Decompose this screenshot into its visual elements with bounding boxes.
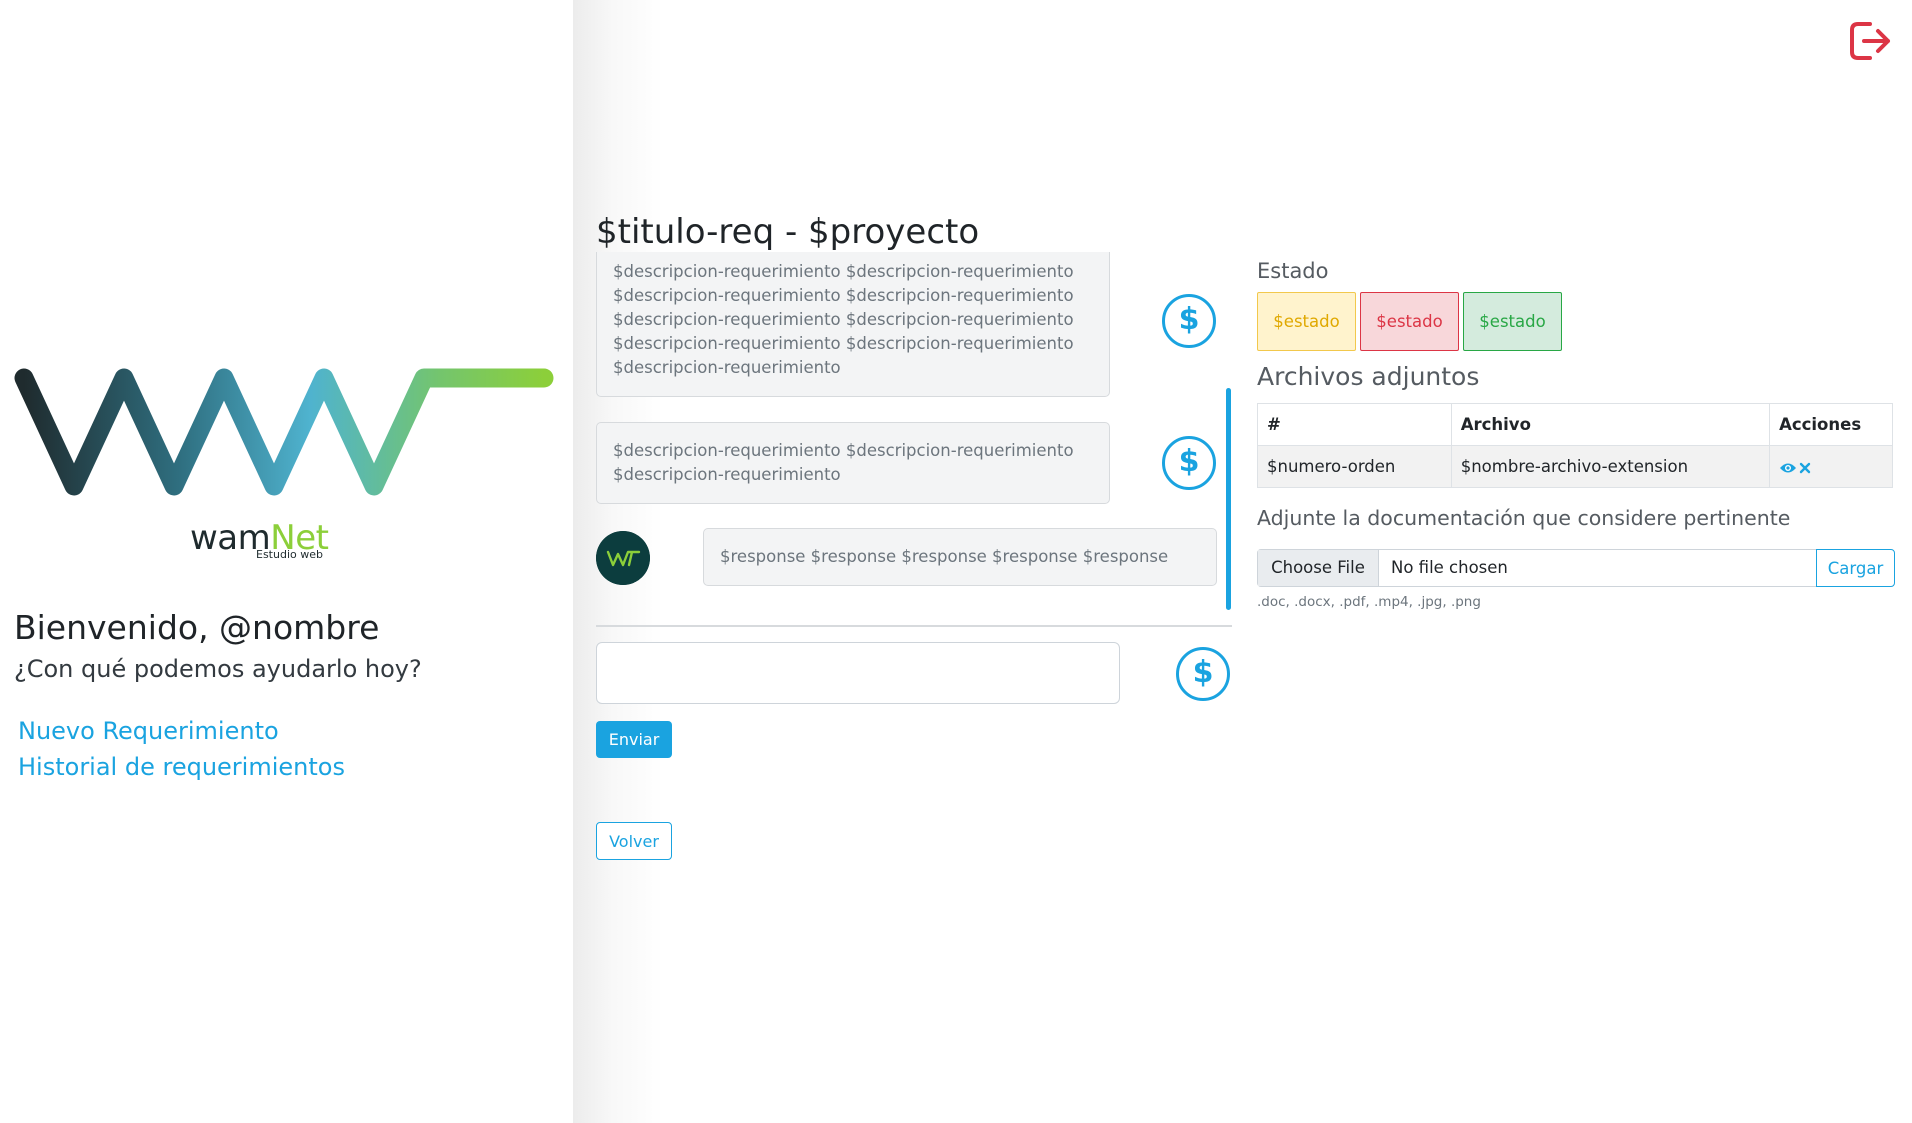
dollar-icon[interactable]: $ — [1162, 294, 1216, 348]
estado-label: Estado — [1257, 259, 1329, 283]
close-icon[interactable] — [1799, 462, 1811, 474]
dollar-icon[interactable]: $ — [1176, 647, 1230, 701]
reply-input[interactable] — [596, 642, 1120, 704]
column-header: Archivo — [1450, 403, 1771, 446]
column-header: Acciones — [1769, 403, 1893, 446]
sidebar: wamNet Estudio web Bienvenido, @nombre ¿… — [0, 0, 573, 1123]
file-input[interactable]: Choose File No file chosen — [1257, 549, 1817, 587]
dollar-icon[interactable]: $ — [1162, 436, 1216, 490]
logout-icon[interactable] — [1848, 20, 1894, 62]
requirement-message: $descripcion-requerimiento $descripcion-… — [596, 252, 1110, 397]
archivos-label: Archivos adjuntos — [1257, 362, 1480, 391]
page-title: $titulo-req - $proyecto — [596, 212, 980, 252]
archivo-cell: $nombre-archivo-extension — [1450, 445, 1771, 488]
scrollbar[interactable] — [1226, 388, 1231, 610]
column-header: # — [1257, 403, 1452, 446]
brand-tagline: Estudio web — [256, 548, 323, 561]
actions-cell — [1769, 445, 1893, 488]
file-upload-group: Choose File No file chosen Cargar — [1257, 549, 1895, 587]
table-row: $numero-orden $nombre-archivo-extension — [1257, 445, 1893, 488]
eye-icon[interactable] — [1779, 462, 1797, 474]
upload-button[interactable]: Cargar — [1816, 549, 1895, 587]
numero-cell: $numero-orden — [1257, 445, 1452, 488]
file-name-text: No file chosen — [1391, 558, 1508, 577]
status-badge: $estado — [1360, 292, 1459, 351]
divider — [596, 625, 1232, 627]
welcome-subtitle: ¿Con qué podemos ayudarlo hoy? — [14, 655, 422, 683]
send-button[interactable]: Enviar — [596, 721, 672, 758]
status-badge: $estado — [1257, 292, 1356, 351]
historial-requerimientos-link[interactable]: Historial de requerimientos — [18, 753, 345, 781]
nuevo-requerimiento-link[interactable]: Nuevo Requerimiento — [18, 717, 279, 745]
requirement-message: $descripcion-requerimiento $descripcion-… — [596, 422, 1110, 504]
response-message: $response $response $response $response … — [703, 528, 1217, 586]
status-badge: $estado — [1463, 292, 1562, 351]
avatar — [596, 531, 650, 585]
file-types-hint: .doc, .docx, .pdf, .mp4, .jpg, .png — [1257, 594, 1481, 610]
choose-file-button[interactable]: Choose File — [1258, 550, 1379, 586]
files-table: # Archivo Acciones $numero-orden $nombre… — [1257, 403, 1893, 488]
adjunte-label: Adjunte la documentación que considere p… — [1257, 506, 1791, 530]
back-button[interactable]: Volver — [596, 822, 672, 860]
table-header-row: # Archivo Acciones — [1257, 403, 1893, 446]
welcome-title: Bienvenido, @nombre — [14, 608, 380, 647]
